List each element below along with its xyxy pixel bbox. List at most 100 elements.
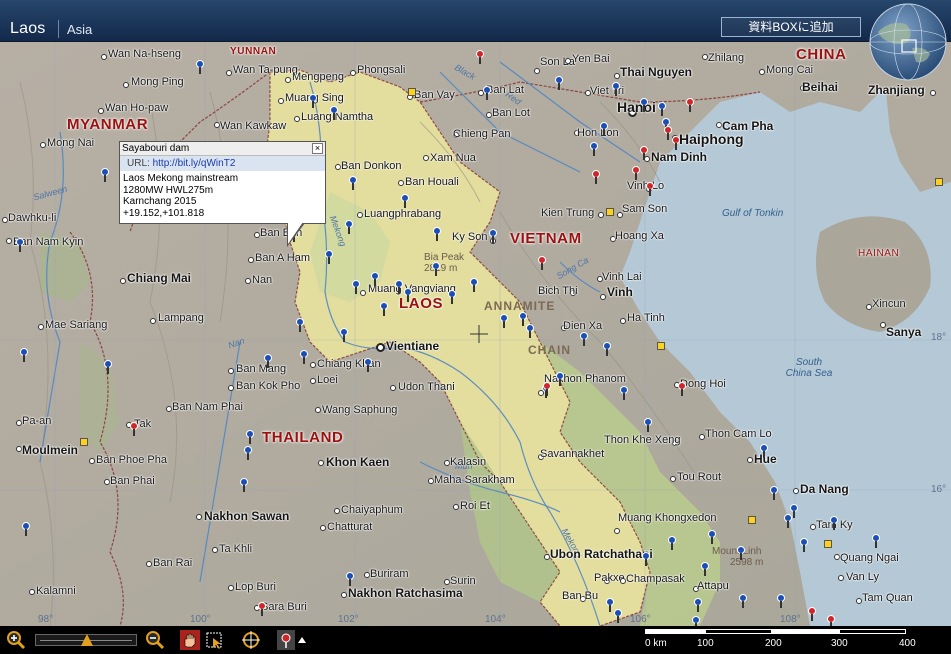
dam-pin-icon[interactable] (470, 278, 482, 292)
dam-pin-icon[interactable] (642, 552, 654, 566)
dam-pin-icon[interactable] (646, 182, 658, 196)
city-label: Kalamni (36, 585, 76, 597)
dam-pin-icon[interactable] (790, 504, 802, 518)
dam-pin-icon[interactable] (614, 609, 626, 623)
dam-pin-icon[interactable] (658, 102, 670, 116)
dam-pin-icon[interactable] (352, 280, 364, 294)
dam-pin-icon[interactable] (592, 170, 604, 184)
dam-pin-icon[interactable] (872, 534, 884, 548)
dam-pin-icon[interactable] (16, 238, 28, 252)
dam-pin-icon[interactable] (325, 250, 337, 264)
marker-dropdown-icon[interactable] (277, 630, 307, 650)
dam-pin-icon[interactable] (349, 176, 361, 190)
dam-pin-icon[interactable] (543, 382, 555, 396)
dam-pin-icon[interactable] (244, 446, 256, 460)
dam-pin-icon[interactable] (620, 386, 632, 400)
flag-icon[interactable] (408, 88, 416, 96)
dam-pin-icon[interactable] (600, 122, 612, 136)
dam-pin-icon[interactable] (692, 616, 704, 626)
dam-pin-icon[interactable] (483, 86, 495, 100)
dam-pin-icon[interactable] (345, 220, 357, 234)
map-view[interactable]: MYANMAR LAOS VIETNAM THAILAND CHINA HAIN… (0, 42, 951, 626)
flag-icon[interactable] (80, 438, 88, 446)
relief-label-annamite: ANNAMITE (484, 299, 556, 313)
dam-pin-icon[interactable] (371, 272, 383, 286)
dam-pin-icon[interactable] (364, 358, 376, 372)
dam-pin-icon[interactable] (101, 168, 113, 182)
dam-pin-icon[interactable] (632, 166, 644, 180)
dam-pin-icon[interactable] (760, 444, 772, 458)
dam-pin-icon[interactable] (668, 536, 680, 550)
capital-marker (376, 343, 385, 352)
dam-pin-icon[interactable] (737, 546, 749, 560)
dam-pin-icon[interactable] (640, 146, 652, 160)
dam-pin-icon[interactable] (777, 594, 789, 608)
dam-pin-icon[interactable] (309, 94, 321, 108)
flag-icon[interactable] (606, 208, 614, 216)
dam-pin-icon[interactable] (401, 194, 413, 208)
dam-pin-icon[interactable] (830, 516, 842, 530)
dam-pin-icon[interactable] (694, 598, 706, 612)
flag-icon[interactable] (657, 342, 665, 350)
flag-icon[interactable] (824, 540, 832, 548)
dam-pin-icon[interactable] (22, 522, 34, 536)
flag-icon[interactable] (935, 178, 943, 186)
add-to-box-button[interactable]: 資料BOXに追加 (721, 17, 861, 37)
dam-pin-icon[interactable] (330, 106, 342, 120)
select-tool-icon[interactable] (204, 630, 224, 650)
dam-pin-icon[interactable] (196, 60, 208, 74)
globe-icon[interactable] (868, 2, 948, 82)
dam-pin-icon[interactable] (489, 229, 501, 243)
dam-pin-icon[interactable] (300, 350, 312, 364)
dam-pin-icon[interactable] (476, 50, 488, 64)
dam-pin-icon[interactable] (296, 318, 308, 332)
dam-pin-icon[interactable] (380, 302, 392, 316)
dam-pin-icon[interactable] (640, 98, 652, 112)
dam-pin-icon[interactable] (770, 486, 782, 500)
dam-pin-icon[interactable] (678, 382, 690, 396)
zoom-slider-thumb[interactable] (81, 634, 93, 646)
zoom-slider[interactable] (35, 634, 137, 646)
dam-pin-icon[interactable] (701, 562, 713, 576)
dam-pin-icon[interactable] (526, 324, 538, 338)
dam-pin-icon[interactable] (800, 538, 812, 552)
dam-pin-icon[interactable] (580, 332, 592, 346)
dam-pin-icon[interactable] (264, 354, 276, 368)
zoom-in-icon[interactable] (6, 630, 26, 650)
dam-pin-icon[interactable] (556, 372, 568, 386)
dam-pin-icon[interactable] (404, 288, 416, 302)
dam-pin-icon[interactable] (644, 418, 656, 432)
dam-pin-icon[interactable] (500, 314, 512, 328)
close-icon[interactable]: × (312, 143, 323, 154)
dam-pin-icon[interactable] (104, 360, 116, 374)
dam-pin-icon[interactable] (808, 607, 820, 621)
dam-pin-icon[interactable] (20, 348, 32, 362)
flag-icon[interactable] (748, 516, 756, 524)
dam-pin-icon[interactable] (739, 594, 751, 608)
dam-pin-icon[interactable] (240, 478, 252, 492)
country-label-thailand: THAILAND (262, 429, 344, 446)
dam-pin-icon[interactable] (258, 602, 270, 616)
hand-tool-icon[interactable] (180, 630, 200, 650)
dam-pin-icon[interactable] (672, 136, 684, 150)
dam-pin-icon[interactable] (708, 530, 720, 544)
dam-pin-icon[interactable] (130, 422, 142, 436)
dam-pin-icon[interactable] (346, 572, 358, 586)
zoom-out-icon[interactable] (145, 630, 165, 650)
dam-pin-icon[interactable] (603, 342, 615, 356)
crosshair-icon[interactable] (241, 630, 261, 650)
dam-pin-icon[interactable] (340, 328, 352, 342)
dam-pin-icon[interactable] (433, 227, 445, 241)
dam-pin-icon[interactable] (827, 615, 839, 626)
popup-url-link[interactable]: http://bit.ly/qWinT2 (153, 158, 236, 169)
dam-pin-icon[interactable] (555, 76, 567, 90)
dam-pin-icon[interactable] (448, 290, 460, 304)
dam-pin-icon[interactable] (246, 430, 258, 444)
dam-pin-icon[interactable] (612, 82, 624, 96)
dam-pin-icon[interactable] (686, 98, 698, 112)
country-label-myanmar: MYANMAR (67, 116, 149, 133)
dam-pin-icon[interactable] (432, 262, 444, 276)
dam-pin-icon[interactable] (538, 256, 550, 270)
popup-body: Laos Mekong mainstream 1280MW HWL275m Ka… (120, 171, 325, 219)
dam-pin-icon[interactable] (590, 142, 602, 156)
